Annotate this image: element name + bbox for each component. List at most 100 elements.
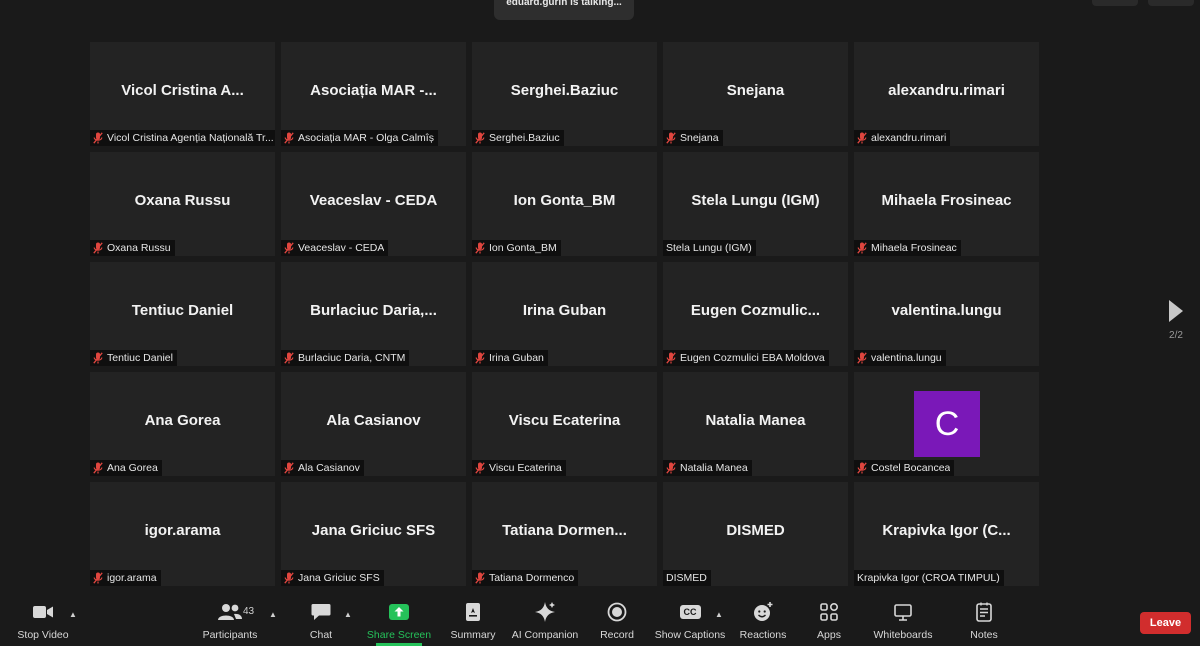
- participant-tile[interactable]: alexandru.rimari alexandru.rimari: [854, 42, 1039, 146]
- chat-options-caret-icon[interactable]: ▲: [344, 610, 352, 619]
- summary-button[interactable]: Summary: [449, 600, 497, 644]
- participant-tile[interactable]: Ana Gorea Ana Gorea: [90, 372, 275, 476]
- participant-display-name: Viscu Ecaterina: [508, 412, 621, 429]
- participant-tile[interactable]: Viscu Ecaterina Viscu Ecaterina: [472, 372, 657, 476]
- participant-name-label: Oxana Russu: [90, 240, 175, 256]
- participant-label-text: Ion Gonta_BM: [489, 242, 557, 254]
- participant-name-label: Ana Gorea: [90, 460, 162, 476]
- participant-label-text: igor.arama: [107, 572, 157, 584]
- participant-tile[interactable]: Snejana Snejana: [663, 42, 848, 146]
- participant-display-name: Mihaela Frosineac: [881, 192, 1012, 209]
- muted-mic-icon: [93, 572, 103, 584]
- participant-tile[interactable]: Oxana Russu Oxana Russu: [90, 152, 275, 256]
- participant-display-name: Oxana Russu: [134, 192, 231, 209]
- notes-button[interactable]: Notes: [966, 600, 1002, 644]
- participant-tile[interactable]: Tatiana Dormen... Tatiana Dormenco: [472, 482, 657, 586]
- participant-tile[interactable]: Ala Casianov Ala Casianov: [281, 372, 466, 476]
- participant-tile[interactable]: valentina.lungu valentina.lungu: [854, 262, 1039, 366]
- participant-label-text: DISMED: [666, 572, 707, 584]
- reactions-button[interactable]: Reactions: [738, 600, 788, 644]
- participants-options-caret-icon[interactable]: ▲: [269, 610, 277, 619]
- participant-tile[interactable]: Stela Lungu (IGM) Stela Lungu (IGM): [663, 152, 848, 256]
- muted-mic-icon: [666, 132, 676, 144]
- next-page-button[interactable]: 2/2: [1163, 298, 1189, 341]
- reactions-label: Reactions: [739, 629, 787, 641]
- participant-tile[interactable]: igor.arama igor.arama: [90, 482, 275, 586]
- participant-name-label: Viscu Ecaterina: [472, 460, 566, 476]
- participant-tile[interactable]: Ion Gonta_BM Ion Gonta_BM: [472, 152, 657, 256]
- participant-display-name: Tentiuc Daniel: [131, 302, 234, 319]
- participant-name-label: Krapivka Igor (CROA TIMPUL): [854, 570, 1004, 586]
- participant-label-text: Eugen Cozmulici EBA Moldova: [680, 352, 825, 364]
- muted-mic-icon: [284, 242, 294, 254]
- captions-options-caret-icon[interactable]: ▲: [715, 610, 723, 619]
- apps-icon: [819, 600, 839, 624]
- muted-mic-icon: [93, 242, 103, 254]
- participant-name-label: Tentiuc Daniel: [90, 350, 177, 366]
- participant-display-name: Ion Gonta_BM: [513, 192, 616, 209]
- participant-name-label: Costel Bocancea: [854, 460, 955, 476]
- page-counter: 2/2: [1169, 330, 1183, 341]
- muted-mic-icon: [857, 242, 867, 254]
- summary-label: Summary: [450, 629, 496, 641]
- participant-display-name: Veaceslav - CEDA: [309, 192, 438, 209]
- participant-display-name: Burlaciuc Daria,...: [310, 302, 437, 319]
- whiteboards-button[interactable]: Whiteboards: [871, 600, 935, 644]
- participant-tile[interactable]: C Costel Bocancea: [854, 372, 1039, 476]
- participant-label-text: Snejana: [680, 132, 719, 144]
- record-button[interactable]: Record: [597, 600, 637, 644]
- participant-label-text: Tentiuc Daniel: [107, 352, 173, 364]
- chat-label: Chat: [309, 629, 333, 641]
- participant-tile[interactable]: Veaceslav - CEDA Veaceslav - CEDA: [281, 152, 466, 256]
- participant-tile[interactable]: Eugen Cozmulic... Eugen Cozmulici EBA Mol…: [663, 262, 848, 366]
- participant-tile[interactable]: Burlaciuc Daria,... Burlaciuc Daria, CNTM: [281, 262, 466, 366]
- muted-mic-icon: [666, 352, 676, 364]
- top-left-view-button[interactable]: [1092, 0, 1138, 6]
- ai-companion-button[interactable]: AI Companion: [510, 600, 580, 644]
- leave-button[interactable]: Leave: [1140, 612, 1191, 634]
- smiley-icon: [752, 600, 774, 624]
- muted-mic-icon: [284, 352, 294, 364]
- share-screen-button[interactable]: Share Screen: [367, 600, 431, 644]
- participant-label-text: Burlaciuc Daria, CNTM: [298, 352, 406, 364]
- participant-tile[interactable]: Vicol Cristina A... Vicol Cristina Agenți…: [90, 42, 275, 146]
- participant-display-name: DISMED: [726, 522, 785, 539]
- participant-display-name: Tatiana Dormen...: [502, 522, 627, 539]
- top-view-button[interactable]: [1148, 0, 1194, 6]
- show-captions-button[interactable]: CC Show Captions: [655, 600, 725, 644]
- video-options-caret-icon[interactable]: ▲: [69, 610, 77, 619]
- participant-display-name: Ala Casianov: [326, 412, 421, 429]
- muted-mic-icon: [666, 462, 676, 474]
- muted-mic-icon: [857, 462, 867, 474]
- participant-label-text: valentina.lungu: [871, 352, 942, 364]
- participant-tile[interactable]: Jana Griciuc SFS Jana Griciuc SFS: [281, 482, 466, 586]
- participant-name-label: Natalia Manea: [663, 460, 752, 476]
- stop-video-button[interactable]: Stop Video: [14, 600, 72, 644]
- participant-name-label: Asociația MAR - Olga Calmîș: [281, 130, 438, 146]
- participant-label-text: Stela Lungu (IGM): [666, 242, 752, 254]
- participant-tile[interactable]: Mihaela Frosineac Mihaela Frosineac: [854, 152, 1039, 256]
- muted-mic-icon: [284, 572, 294, 584]
- participant-name-label: Vicol Cristina Agenția Națională Tr...: [90, 130, 275, 146]
- participant-tile[interactable]: Asociația MAR -... Asociația MAR - Olga C…: [281, 42, 466, 146]
- participant-display-name: Serghei.Baziuc: [510, 82, 619, 99]
- participant-name-label: Ion Gonta_BM: [472, 240, 561, 256]
- participant-name-label: igor.arama: [90, 570, 161, 586]
- muted-mic-icon: [857, 132, 867, 144]
- chat-button[interactable]: Chat: [302, 600, 340, 644]
- participant-tile[interactable]: Natalia Manea Natalia Manea: [663, 372, 848, 476]
- participant-tile[interactable]: Krapivka Igor (C... Krapivka Igor (CROA T…: [854, 482, 1039, 586]
- muted-mic-icon: [93, 132, 103, 144]
- chat-bubble-icon: [311, 600, 331, 624]
- participant-display-name: Krapivka Igor (C...: [882, 522, 1011, 539]
- participant-tile[interactable]: DISMED DISMED: [663, 482, 848, 586]
- participant-name-label: Jana Griciuc SFS: [281, 570, 384, 586]
- participant-name-label: Burlaciuc Daria, CNTM: [281, 350, 410, 366]
- participant-tile[interactable]: Irina Guban Irina Guban: [472, 262, 657, 366]
- participant-tile[interactable]: Serghei.Baziuc Serghei.Baziuc: [472, 42, 657, 146]
- participant-display-name: Natalia Manea: [705, 412, 806, 429]
- apps-button[interactable]: Apps: [814, 600, 844, 644]
- participant-display-name: Jana Griciuc SFS: [311, 522, 436, 539]
- participant-tile[interactable]: Tentiuc Daniel Tentiuc Daniel: [90, 262, 275, 366]
- chevron-right-icon: [1169, 300, 1183, 322]
